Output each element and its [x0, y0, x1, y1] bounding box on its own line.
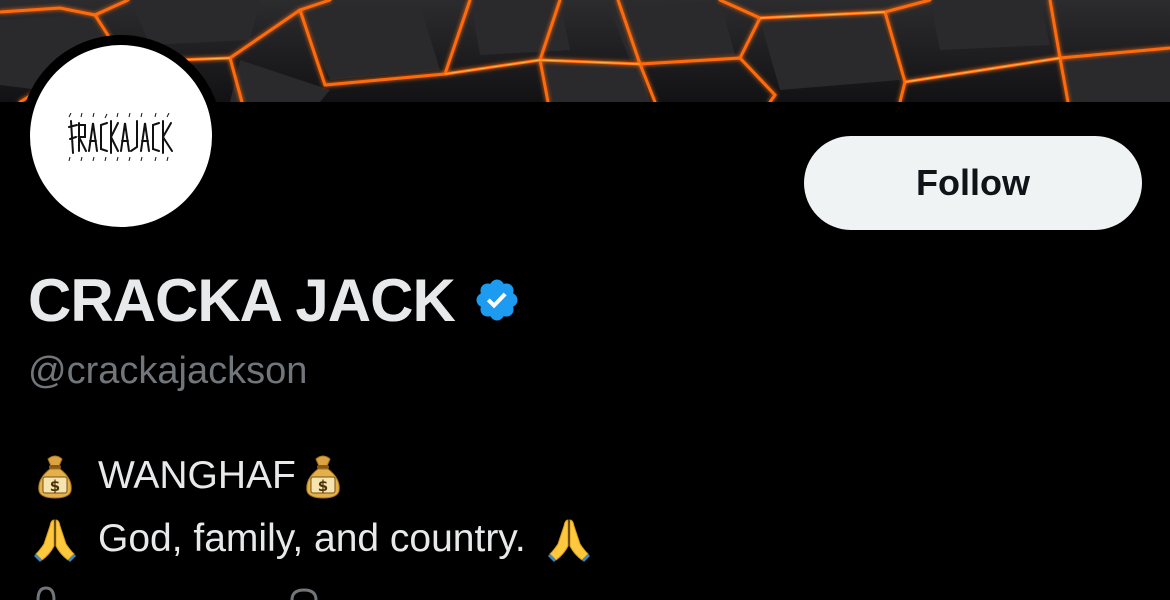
bio-line-2: God, family, and country.	[34, 510, 590, 568]
profile-name-row: CRACKA JACK	[28, 265, 521, 335]
svg-text:$: $	[318, 477, 328, 495]
avatar-image	[30, 45, 212, 227]
money-bag-emoji: $	[34, 453, 76, 499]
profile-avatar[interactable]	[20, 35, 222, 237]
profile-handle: @crackajackson	[28, 350, 308, 392]
profile-display-name: CRACKA JACK	[28, 266, 456, 334]
link-icon	[290, 588, 318, 600]
profile-meta-row	[34, 582, 434, 600]
svg-text:$: $	[50, 477, 60, 495]
cracka-jack-logo	[68, 113, 173, 161]
verified-badge-icon[interactable]	[473, 276, 521, 324]
follow-button[interactable]: Follow	[804, 136, 1142, 230]
folded-hands-emoji	[34, 516, 76, 562]
bio-line-2-text: God, family, and country.	[98, 517, 526, 560]
folded-hands-emoji	[547, 516, 590, 562]
location-icon	[36, 586, 56, 600]
bio-line-1-text: WANGHAF	[98, 454, 296, 497]
money-bag-emoji: $	[302, 453, 344, 499]
bio-line-1: $ WANGHAF $	[34, 448, 344, 504]
profile-page: Follow CRACKA JACK @crackajackson $ WANG…	[0, 0, 1170, 600]
